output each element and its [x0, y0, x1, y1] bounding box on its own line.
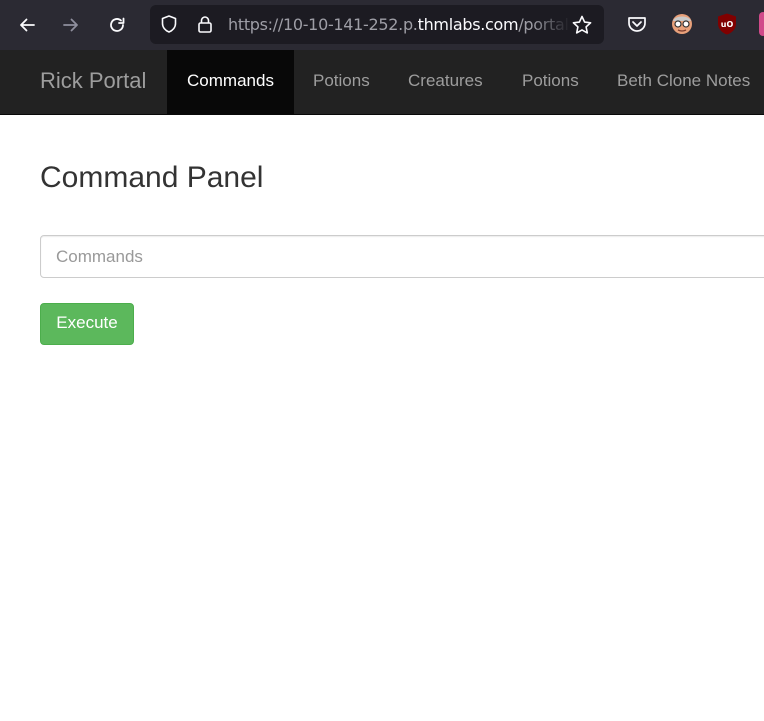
reload-icon	[110, 17, 125, 32]
browser-toolbar: https://10-10-141-252.p.thmlabs.com/port…	[0, 0, 764, 50]
nav-item-potions[interactable]: Potions	[294, 50, 389, 114]
bookmark-star-icon[interactable]	[571, 14, 593, 36]
pocket-icon[interactable]	[625, 12, 649, 36]
ublock-icon[interactable]: uO	[715, 12, 739, 36]
extension-partial-icon[interactable]	[759, 12, 764, 36]
shield-icon[interactable]	[159, 14, 179, 34]
back-button[interactable]	[11, 9, 43, 41]
svg-text:uO: uO	[721, 20, 734, 29]
page-title: Command Panel	[40, 161, 264, 194]
brand-link[interactable]: Rick Portal	[40, 50, 146, 114]
forward-icon	[63, 18, 78, 32]
back-icon	[20, 18, 35, 32]
extension-avatar-icon[interactable]	[670, 12, 694, 36]
url-text[interactable]: https://10-10-141-252.p.thmlabs.com/port…	[228, 5, 568, 44]
forward-button[interactable]	[55, 9, 87, 41]
execute-button[interactable]: Execute	[40, 303, 134, 345]
site-navbar: Rick Portal Commands Potions Creatures P…	[0, 50, 764, 115]
command-input[interactable]	[40, 235, 764, 278]
nav-item-creatures[interactable]: Creatures	[389, 50, 502, 114]
lock-icon[interactable]	[195, 14, 215, 34]
nav-item-commands[interactable]: Commands	[167, 50, 294, 114]
nav-item-beth-clone-notes[interactable]: Beth Clone Notes	[598, 50, 764, 114]
nav-item-potions-2[interactable]: Potions	[503, 50, 598, 114]
url-fade	[532, 5, 570, 44]
url-bar[interactable]: https://10-10-141-252.p.thmlabs.com/port…	[150, 5, 604, 44]
reload-button[interactable]	[101, 9, 133, 41]
